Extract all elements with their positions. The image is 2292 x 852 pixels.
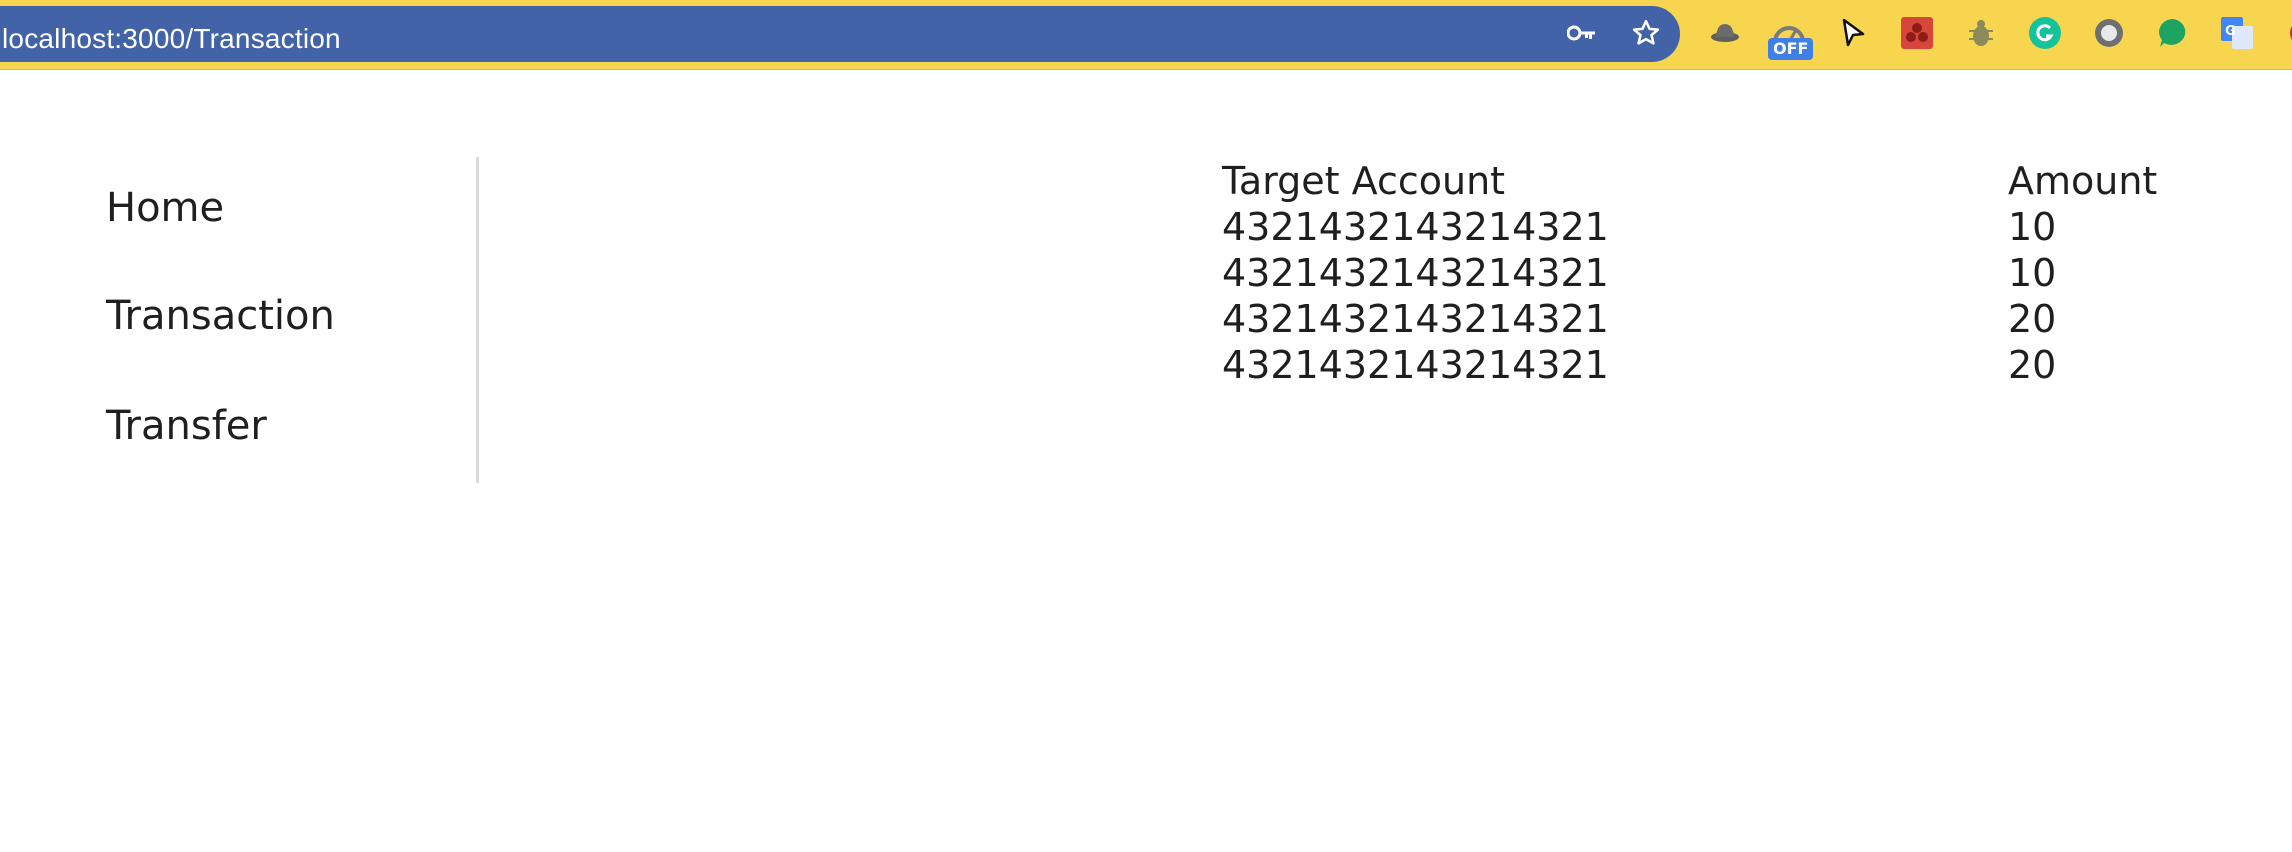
- translate-extension-icon[interactable]: G: [2218, 14, 2256, 52]
- address-bar[interactable]: localhost:3000/Transaction: [0, 6, 1680, 62]
- sidebar-item-transfer[interactable]: Transfer: [106, 402, 267, 450]
- bug-extension-icon[interactable]: [1962, 14, 2000, 52]
- transaction-table: Target Account Amount 4321432143214321 1…: [1222, 158, 2208, 388]
- sidebar-item-transaction[interactable]: Transaction: [106, 292, 335, 340]
- amount-cell: 10: [2008, 205, 2057, 249]
- hat-extension-icon[interactable]: [1706, 14, 1744, 52]
- cursor-extension-icon[interactable]: [1834, 14, 1872, 52]
- target-account-cell: 4321432143214321: [1222, 297, 1609, 341]
- grammarly-icon[interactable]: [2026, 14, 2064, 52]
- url-text[interactable]: localhost:3000/Transaction: [2, 22, 341, 56]
- star-icon[interactable]: [1629, 16, 1663, 50]
- toolbar-divider: [0, 69, 2292, 70]
- target-account-cell: 4321432143214321: [1222, 251, 1609, 295]
- column-header-target-account: Target Account: [1222, 159, 1506, 203]
- svg-text:G: G: [2225, 24, 2236, 39]
- green-bubble-extension-icon[interactable]: [2154, 14, 2192, 52]
- amount-cell: 20: [2008, 343, 2057, 387]
- table-row: 4321432143214321 10: [1222, 204, 2208, 250]
- sidebar-divider: [476, 157, 479, 483]
- amount-cell: 10: [2008, 251, 2057, 295]
- table-row: 4321432143214321 20: [1222, 342, 2208, 388]
- gray-circle-extension-icon[interactable]: [2090, 14, 2128, 52]
- table-row: 4321432143214321 20: [1222, 296, 2208, 342]
- table-header-row: Target Account Amount: [1222, 158, 2208, 204]
- extension-off-badge: OFF: [1768, 38, 1814, 60]
- red-extension-icon[interactable]: [1898, 14, 1936, 52]
- amount-cell: 20: [2008, 297, 2057, 341]
- sidebar-nav: Home Transaction Transfer: [0, 157, 478, 482]
- red-partial-extension-icon[interactable]: [2278, 14, 2292, 52]
- table-row: 4321432143214321 10: [1222, 250, 2208, 296]
- target-account-cell: 4321432143214321: [1222, 205, 1609, 249]
- browser-toolbar: localhost:3000/Transaction OFF G: [0, 0, 2292, 70]
- target-account-cell: 4321432143214321: [1222, 343, 1609, 387]
- key-icon[interactable]: [1565, 16, 1599, 50]
- column-header-amount: Amount: [2008, 159, 2158, 203]
- sidebar-item-home[interactable]: Home: [106, 184, 224, 232]
